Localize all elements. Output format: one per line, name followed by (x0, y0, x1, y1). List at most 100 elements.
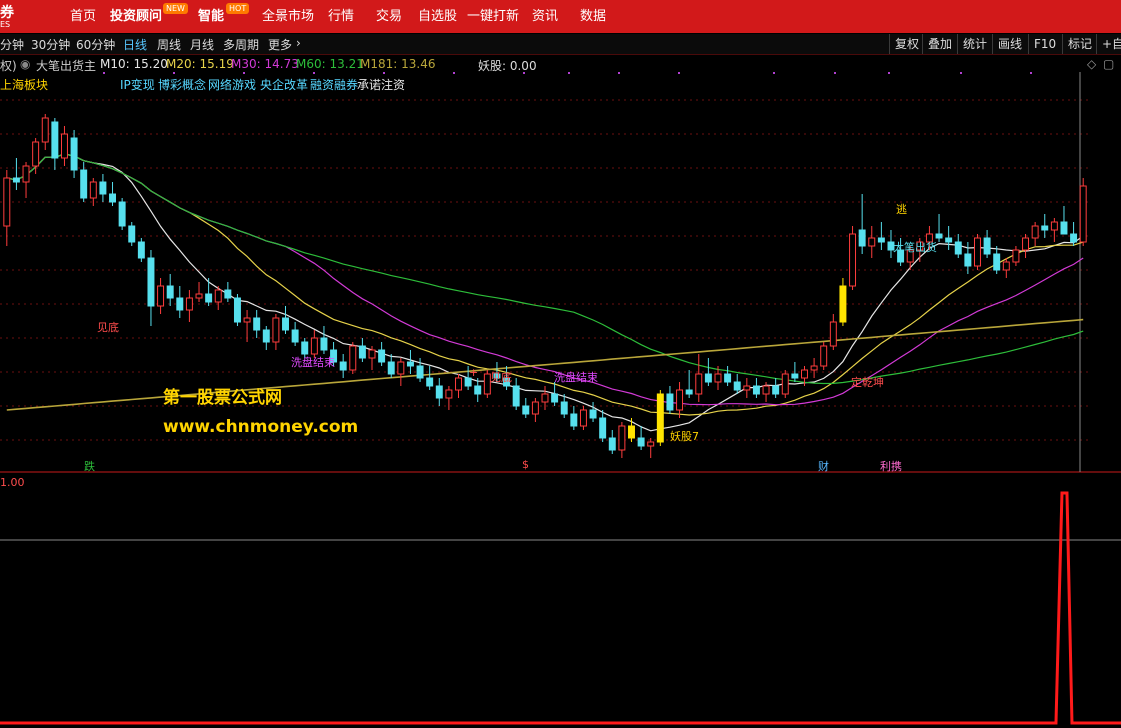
nav-data[interactable]: 数据 (580, 0, 606, 33)
ma181-value: M181: 13.46 (360, 57, 436, 71)
label-xipan-2: 洗盘结束 (554, 371, 598, 384)
concept-overlap-label: 承诺注资 (357, 78, 406, 92)
period-toolbar: 分钟 30分钟 60分钟 日线 周线 月线 多周期 更多 › 复权 叠加 统计 … (0, 34, 1121, 55)
nav-advisor[interactable]: 投资顾问 (110, 0, 162, 33)
candle (137, 241, 145, 259)
concept-tag[interactable]: 网络游戏 (208, 76, 256, 93)
nav-watchlist[interactable]: 自选股 (418, 0, 457, 33)
candle (695, 373, 703, 395)
candle (743, 385, 751, 391)
candle (1031, 225, 1039, 239)
sub-indicator-panel (0, 491, 1121, 725)
board-label[interactable]: 上海板块 (0, 76, 48, 93)
candle (1041, 225, 1049, 231)
top-dot (568, 72, 570, 74)
top-dot (834, 72, 836, 74)
ma10-value: M10: 15.20 (100, 57, 168, 71)
logo-sub: ES (0, 20, 11, 29)
watermark-url: www.chnmoney.com (163, 417, 359, 437)
candle (599, 417, 607, 439)
candle (426, 377, 434, 387)
candle (752, 385, 760, 395)
candle (368, 349, 376, 359)
candle (1022, 237, 1030, 251)
period-daily[interactable]: 日线 (123, 36, 147, 53)
ma60-value: M60: 13.21 (296, 57, 364, 71)
concept-tag[interactable]: IP变现 (120, 76, 155, 93)
candle (1070, 233, 1078, 243)
candle (791, 373, 799, 379)
nav-home[interactable]: 首页 (70, 0, 96, 33)
nav-panorama[interactable]: 全景市场 (262, 0, 314, 33)
btn-custom[interactable]: +自 (1096, 34, 1121, 54)
nav-smart[interactable]: 智能 (198, 0, 224, 33)
candle (301, 341, 309, 355)
btn-f10[interactable]: F10 (1028, 34, 1061, 54)
candle (522, 405, 530, 415)
candle (810, 365, 818, 371)
btn-draw[interactable]: 画线 (992, 34, 1027, 54)
top-menu-bar: 券 ES 首页 投资顾问 NEW 智能 HOT 全景市场 行情 交易 自选股 一… (0, 0, 1121, 33)
candle (954, 241, 962, 255)
indicator-dropdown-icon[interactable]: ◉ (20, 57, 30, 71)
candle (935, 233, 943, 239)
nav-news[interactable]: 资讯 (532, 0, 558, 33)
btn-mark[interactable]: 标记 (1062, 34, 1097, 54)
marker-lixie: 利携 (880, 460, 902, 473)
nav-trade[interactable]: 交易 (376, 0, 402, 33)
indicator-info-bar: 权) ◉ 大笔出货主 M10: 15.20 M20: 15.19 M30: 14… (0, 55, 1121, 74)
candle (781, 373, 789, 395)
candle (60, 133, 68, 159)
candle (214, 289, 222, 303)
candle (128, 225, 136, 243)
candle (224, 289, 232, 299)
price-chart[interactable] (0, 0, 1121, 728)
btn-overlay[interactable]: 叠加 (922, 34, 957, 54)
chart-grid (0, 72, 1121, 473)
indicator-name[interactable]: 大笔出货主 (36, 57, 96, 74)
concept-tag[interactable]: 央企改革 (260, 76, 308, 93)
concept-tag[interactable]: 融资融券 (310, 76, 358, 93)
period-more[interactable]: 更多 (268, 36, 292, 53)
period-60min[interactable]: 60分钟 (76, 36, 115, 53)
candle (570, 413, 578, 427)
top-dot (103, 72, 105, 74)
candle (839, 285, 847, 323)
ma60-line (6, 153, 1084, 385)
diamond-icon[interactable]: ◇ (1087, 57, 1096, 71)
period-minute[interactable]: 分钟 (0, 36, 24, 53)
btn-adjust[interactable]: 复权 (889, 34, 924, 54)
top-dot (383, 72, 385, 74)
plus-marker: + (469, 366, 479, 379)
label-tao: 逃 (896, 203, 907, 216)
broker-logo[interactable]: 券 ES (0, 0, 38, 33)
top-dot (960, 72, 962, 74)
settings-square-icon[interactable]: ▢ (1103, 57, 1114, 71)
candle (253, 317, 261, 331)
candle (99, 181, 107, 195)
candle (820, 345, 828, 367)
btn-stats[interactable]: 统计 (957, 34, 992, 54)
period-monthly[interactable]: 月线 (190, 36, 214, 53)
candle (176, 297, 184, 311)
ma30-value: M30: 14.73 (231, 57, 299, 71)
nav-quotes[interactable]: 行情 (328, 0, 354, 33)
top-dot (173, 72, 175, 74)
candle (551, 393, 559, 403)
chevron-right-icon[interactable]: › (296, 36, 301, 50)
candle (685, 389, 693, 395)
candle (445, 389, 453, 399)
period-multi[interactable]: 多周期 (223, 36, 259, 53)
period-weekly[interactable]: 周线 (157, 36, 181, 53)
nav-ipo[interactable]: 一键打新 (467, 0, 519, 33)
candle (80, 169, 88, 199)
candle (387, 361, 395, 375)
period-30min[interactable]: 30分钟 (31, 36, 70, 53)
candle (849, 233, 857, 287)
yaogu-value: 妖股: 0.00 (478, 59, 537, 73)
concept-tag[interactable]: 博彩概念 (158, 76, 206, 93)
candle (1002, 261, 1010, 271)
candle (772, 385, 780, 395)
candle (801, 369, 808, 379)
candle (964, 253, 972, 267)
